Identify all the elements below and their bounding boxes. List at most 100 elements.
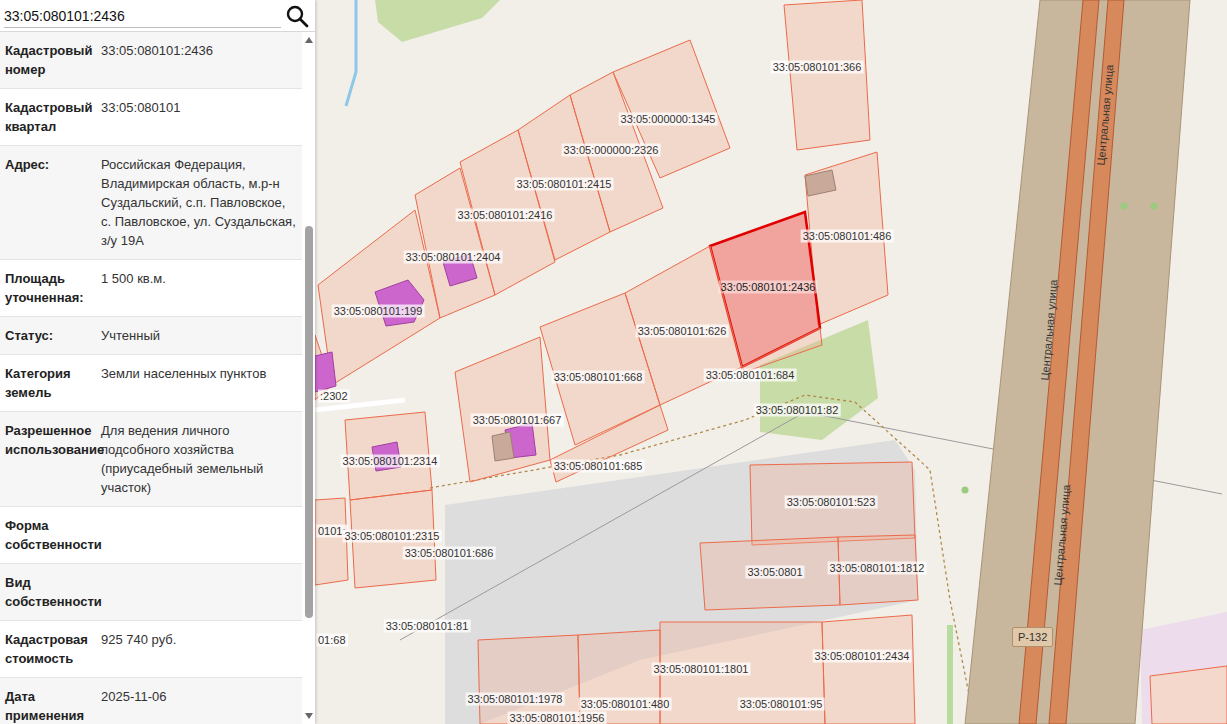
- parcel-label[interactable]: 33:05:080101:667: [471, 414, 564, 427]
- parcel-label[interactable]: 33:05:080101:1812: [828, 562, 927, 575]
- parcel[interactable]: [742, 328, 822, 372]
- parcel-label[interactable]: 33:05:080101:2436: [719, 281, 818, 294]
- parcel-label[interactable]: 33:05:080101:2434: [813, 650, 912, 663]
- detail-value: 925 740 руб.: [101, 630, 298, 668]
- parcel[interactable]: [700, 537, 840, 610]
- scrollbar[interactable]: [302, 32, 315, 724]
- detail-row: Адрес:Российская Федерация, Владимирская…: [0, 146, 302, 260]
- detail-value: 33:05:080101:2436: [101, 41, 298, 79]
- parcel-outline: [1150, 666, 1227, 724]
- parcel-label[interactable]: 33:05:0801: [745, 566, 804, 579]
- tree: [1151, 203, 1158, 210]
- parcel-label[interactable]: 33:05:080101:1956: [508, 712, 607, 724]
- parcel[interactable]: [750, 462, 915, 545]
- detail-row: Категория земельЗемли населенных пунктов: [0, 355, 302, 412]
- parcel-label[interactable]: 33:05:080101:366: [771, 61, 864, 74]
- detail-row: Статус:Учтенный: [0, 317, 302, 355]
- search-field[interactable]: 33:05:080101:2436: [4, 4, 281, 28]
- parcel[interactable]: [318, 210, 440, 385]
- parcel-label[interactable]: 33:05:080101:480: [579, 698, 672, 711]
- parcel-label[interactable]: 33:05:080101:1978: [466, 693, 565, 706]
- green-area: [375, 0, 500, 42]
- detail-value: 1 500 кв.м.: [101, 269, 298, 307]
- detail-value: Учтенный: [101, 326, 298, 345]
- green-strip: [947, 625, 953, 724]
- detail-label: Дата применения: [5, 687, 97, 724]
- parcel-label[interactable]: 33:05:080101:2415: [515, 178, 614, 191]
- parcel-label[interactable]: 33:05:080101:685: [552, 460, 645, 473]
- detail-label: Кадастровый квартал: [5, 98, 97, 136]
- parcel-label[interactable]: 33:05:080101:486: [801, 230, 894, 243]
- detail-value: Земли населенных пунктов: [101, 364, 298, 402]
- detail-row: Площадь уточненная:1 500 кв.м.: [0, 260, 302, 317]
- parcel-label[interactable]: 33:05:080101:523: [785, 496, 878, 509]
- detail-label: Разрешенное использование: [5, 421, 97, 497]
- detail-label: Кадастровый номер: [5, 41, 97, 79]
- parcel-label[interactable]: 33:05:080101:95: [738, 698, 825, 711]
- search-bar: 33:05:080101:2436: [0, 0, 315, 32]
- scroll-thumb[interactable]: [305, 226, 313, 618]
- map-canvas[interactable]: [315, 0, 1227, 724]
- parcel-label[interactable]: 01:68: [316, 634, 348, 647]
- map[interactable]: 33:05:080101:366 33:05:000000:1345 33:05:0…: [315, 0, 1227, 724]
- detail-value: Для ведения личного подсобного хозяйства…: [101, 421, 298, 497]
- detail-row: Кадастровая стоимость925 740 руб.: [0, 621, 302, 678]
- parcel-label[interactable]: :2302: [318, 390, 350, 403]
- parcel[interactable]: [550, 405, 668, 482]
- detail-row: Разрешенное использованиеДля ведения лич…: [0, 412, 302, 507]
- tree: [962, 487, 969, 494]
- details-panel: Кадастровый номер33:05:080101:2436Кадаст…: [0, 32, 315, 724]
- detail-label: Кадастровая стоимость: [5, 630, 97, 668]
- residential-area: [1140, 612, 1227, 724]
- sidebar: 33:05:080101:2436Кадастровый номер33:05:…: [0, 0, 315, 724]
- road-carriageway: [1049, 0, 1124, 724]
- parcel-label[interactable]: 33:05:080101:81: [384, 620, 471, 633]
- parcel-label[interactable]: 33:05:000000:1345: [619, 113, 718, 126]
- detail-row: Дата применения2025-11-06: [0, 678, 302, 724]
- parcel-label[interactable]: 33:05:080101:684: [704, 369, 797, 382]
- parcel-label[interactable]: 33:05:080101:686: [403, 547, 496, 560]
- scroll-up-icon[interactable]: [304, 36, 314, 44]
- road-corridor: [965, 0, 1190, 724]
- detail-value: 33:05:080101: [101, 98, 298, 136]
- cadastral-map-app: 33:05:080101:2436Кадастровый номер33:05:…: [0, 0, 1227, 724]
- detail-label: Форма собственности: [5, 516, 97, 554]
- detail-label: Статус:: [5, 326, 97, 345]
- detail-value: [101, 573, 298, 611]
- magnifier-icon[interactable]: [285, 4, 309, 28]
- footpath: [430, 395, 975, 724]
- detail-value: Российская Федерация, Владимирская облас…: [101, 155, 298, 250]
- road-badge: Р-132: [1012, 627, 1053, 647]
- parcel-label[interactable]: 33:05:080101:199: [332, 305, 425, 318]
- building: [375, 280, 424, 326]
- map-ground: [315, 0, 1227, 724]
- parcel-label[interactable]: 33:05:080101:626: [636, 325, 729, 338]
- parcel[interactable]: [784, 0, 870, 150]
- parcel-label[interactable]: 33:05:080101:2404: [404, 251, 503, 264]
- details-list: Кадастровый номер33:05:080101:2436Кадаст…: [0, 32, 302, 724]
- parcel-label[interactable]: 33:05:080101:82: [754, 404, 841, 417]
- parcel-label[interactable]: 33:05:080101:668: [552, 371, 645, 384]
- stream: [346, 0, 356, 106]
- industrial-area: [445, 440, 918, 724]
- detail-row: Кадастровый квартал33:05:080101: [0, 89, 302, 146]
- parcel-label[interactable]: 33:05:080101:1801: [652, 663, 751, 676]
- detail-label: Вид собственности: [5, 573, 97, 611]
- parcel-label[interactable]: 33:05:080101:2416: [456, 209, 555, 222]
- building: [492, 432, 514, 461]
- parcel-label[interactable]: 33:05:080101:2314: [341, 455, 440, 468]
- tree: [1121, 203, 1128, 210]
- detail-label: Адрес:: [5, 155, 97, 250]
- building: [315, 352, 336, 392]
- parcel-label[interactable]: 33:05:000000:2326: [562, 144, 661, 157]
- parcel-label[interactable]: 33:05:080101:2315: [343, 530, 442, 543]
- scroll-down-icon[interactable]: [304, 712, 314, 720]
- building: [805, 170, 836, 196]
- detail-label: Категория земель: [5, 364, 97, 402]
- parcel[interactable]: [822, 615, 915, 724]
- parcel[interactable]: [455, 337, 550, 482]
- detail-label: Площадь уточненная:: [5, 269, 97, 307]
- detail-row: Кадастровый номер33:05:080101:2436: [0, 32, 302, 89]
- detail-value: [101, 516, 298, 554]
- detail-row: Вид собственности: [0, 564, 302, 621]
